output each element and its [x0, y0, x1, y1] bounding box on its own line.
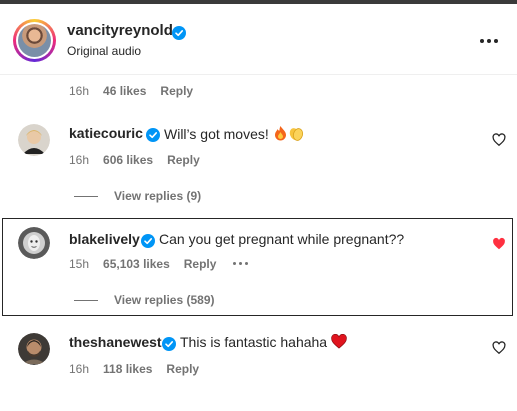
avatar-katiecouric[interactable]	[18, 124, 50, 156]
more-options-icon[interactable]	[480, 32, 500, 50]
fire-emoji-icon	[273, 125, 288, 144]
post-author-username[interactable]: vancityreynolds	[67, 22, 181, 39]
verified-badge-icon	[146, 126, 160, 144]
comment-likes[interactable]: 65,103 likes	[103, 257, 170, 271]
reply-button[interactable]: Reply	[184, 257, 217, 271]
comment-meta: 16h 118 likes Reply	[69, 362, 213, 376]
comment-username[interactable]: katiecouric	[69, 125, 143, 141]
comment-likes[interactable]: 118 likes	[103, 362, 152, 376]
post-audio-label[interactable]: Original audio	[67, 44, 141, 58]
comment-likes[interactable]: 46 likes	[103, 84, 146, 98]
reply-button[interactable]: Reply	[166, 362, 199, 376]
comment-time[interactable]: 15h	[69, 257, 89, 271]
comment-meta: 16h 606 likes Reply	[69, 153, 214, 167]
verified-badge-icon	[162, 335, 176, 353]
comment-time[interactable]: 16h	[69, 153, 89, 167]
view-replies-button[interactable]: View replies (589)	[74, 293, 215, 307]
comment-username[interactable]: theshanewest	[69, 334, 162, 350]
comment-text: Will’s got moves!	[164, 125, 304, 144]
post-header: vancityreynolds Original audio	[0, 4, 517, 75]
liked-heart-icon[interactable]	[492, 237, 506, 251]
like-heart-icon[interactable]	[492, 133, 506, 147]
comment-meta: 16h 46 likes Reply	[69, 84, 207, 98]
comment-text: This is fantastic hahaha	[180, 333, 347, 352]
like-heart-icon[interactable]	[492, 341, 506, 355]
verified-badge-icon	[141, 232, 155, 250]
comment-time[interactable]: 16h	[69, 84, 89, 98]
red-heart-emoji-icon	[331, 333, 347, 352]
comment-meta: 15h 65,103 likes Reply	[69, 257, 230, 271]
reply-button[interactable]: Reply	[160, 84, 193, 98]
post-author-avatar[interactable]	[13, 19, 56, 62]
comment-time[interactable]: 16h	[69, 362, 89, 376]
comment-likes[interactable]: 606 likes	[103, 153, 153, 167]
comment-username[interactable]: blakelively	[69, 231, 140, 247]
comment-text: Can you get pregnant while pregnant??	[159, 231, 405, 247]
avatar-blakelively[interactable]	[18, 227, 50, 259]
view-replies-button[interactable]: View replies (9)	[74, 189, 201, 203]
avatar-theshanewest[interactable]	[18, 333, 50, 365]
comment-options-icon[interactable]	[233, 262, 249, 265]
clapping-hands-emoji-icon	[288, 125, 304, 144]
reply-button[interactable]: Reply	[167, 153, 200, 167]
verified-badge-icon	[172, 24, 186, 42]
